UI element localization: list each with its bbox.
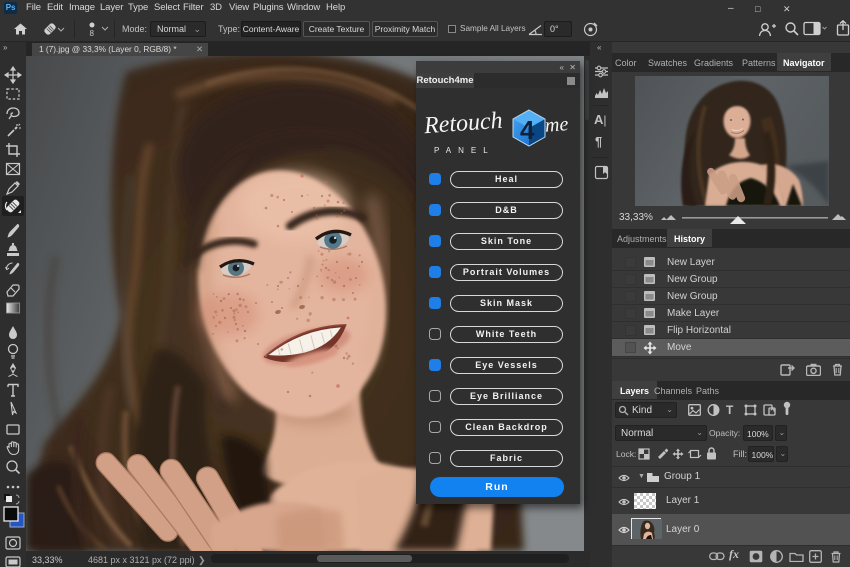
svg-text:8: 8 (90, 29, 95, 38)
svg-text:4: 4 (520, 115, 535, 145)
